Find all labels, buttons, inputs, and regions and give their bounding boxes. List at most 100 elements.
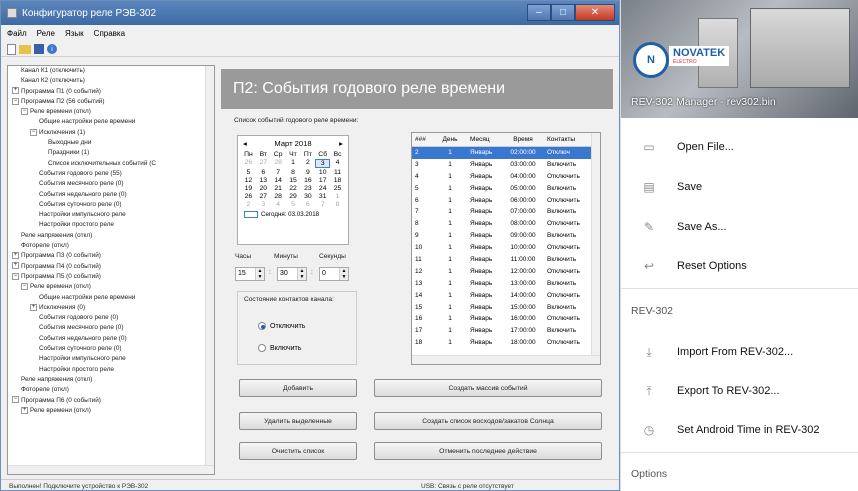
- table-row[interactable]: 9 1 Январь 09:00:00 Включить: [412, 230, 600, 242]
- table-row[interactable]: 18 1 Январь 18:00:00 Отключить: [412, 337, 600, 349]
- reset-options-item[interactable]: ↩ Reset Options: [621, 248, 858, 284]
- calendar-day[interactable]: 13: [256, 177, 271, 184]
- tree-item[interactable]: Настройки импульсного реле: [8, 210, 214, 220]
- table-row[interactable]: 13 1 Январь 13:00:00 Включить: [412, 278, 600, 290]
- tree-item[interactable]: События годового реле (0): [8, 313, 214, 323]
- calendar-day[interactable]: 4: [330, 159, 345, 168]
- calendar-day[interactable]: 7: [315, 201, 330, 208]
- tree-item[interactable]: + Реле времени (откл): [8, 406, 214, 416]
- calendar-today[interactable]: Сегодня: 03.03.2018: [238, 208, 348, 221]
- tree-item[interactable]: Список исключительных событий (С: [8, 159, 214, 169]
- tree-item[interactable]: + Программа П1 (0 событий): [8, 87, 214, 97]
- calendar-day[interactable]: 2: [241, 201, 256, 208]
- tree-item[interactable]: Общие настройки реле времени: [8, 293, 214, 303]
- expand-icon[interactable]: +: [12, 252, 19, 260]
- hours-stepper[interactable]: 15 ▲ ▼: [235, 267, 265, 281]
- calendar-day[interactable]: 31: [315, 193, 330, 200]
- calendar-day[interactable]: 26: [241, 159, 256, 168]
- maximize-button[interactable]: □: [551, 4, 575, 21]
- table-row[interactable]: 17 1 Январь 17:00:00 Включить: [412, 325, 600, 337]
- calendar-day[interactable]: 4: [271, 201, 286, 208]
- tree-item[interactable]: + Исключения (0): [8, 303, 214, 313]
- table-row[interactable]: 12 1 Январь 12:00:00 Отключить: [412, 266, 600, 278]
- calendar-day[interactable]: 3: [256, 201, 271, 208]
- tree-item[interactable]: Настройки простого реле: [8, 220, 214, 230]
- table-row[interactable]: 8 1 Январь 08:00:00 Отключить: [412, 218, 600, 230]
- table-row[interactable]: 7 1 Январь 07:00:00 Включить: [412, 206, 600, 218]
- calendar-day[interactable]: 5: [286, 201, 301, 208]
- calendar-day[interactable]: 8: [330, 201, 345, 208]
- calendar-day[interactable]: 5: [241, 169, 256, 176]
- expand-icon[interactable]: +: [30, 303, 37, 311]
- events-table[interactable]: ### День Месяц Время Контакты 2 1 Январь 02…: [411, 132, 601, 365]
- calendar-day[interactable]: 12: [241, 177, 256, 184]
- expand-icon[interactable]: +: [12, 262, 19, 270]
- set-time-item[interactable]: ◷ Set Android Time in REV-302: [621, 412, 858, 448]
- tree-item[interactable]: − Исключения (1): [8, 128, 214, 138]
- tree-item[interactable]: Реле напряжения (откл): [8, 375, 214, 385]
- undo-button[interactable]: Отменить последнее действие: [374, 442, 602, 460]
- calendar-day[interactable]: 26: [241, 193, 256, 200]
- calendar-day[interactable]: 24: [315, 185, 330, 192]
- save-icon[interactable]: [34, 44, 44, 54]
- tree-item[interactable]: События годового реле (55): [8, 169, 214, 179]
- tree-item[interactable]: Праздники (1): [8, 148, 214, 158]
- tree-item[interactable]: + Программа П3 (0 событий): [8, 251, 214, 261]
- table-row[interactable]: 2 1 Январь 02:00:00 Отключ: [412, 147, 600, 159]
- collapse-icon[interactable]: −: [12, 272, 19, 280]
- tree-item[interactable]: Канал К2 (отключить): [8, 76, 214, 86]
- tree-item[interactable]: События недельного реле (0): [8, 334, 214, 344]
- tree-item[interactable]: События месячного реле (0): [8, 323, 214, 333]
- table-row[interactable]: 11 1 Январь 11:00:00 Включить: [412, 254, 600, 266]
- collapse-icon[interactable]: −: [12, 396, 19, 404]
- save-item[interactable]: ▤ Save: [621, 169, 858, 205]
- tree-item[interactable]: − Реле времени (откл): [8, 107, 214, 117]
- save-as-item[interactable]: ✎ Save As...: [621, 209, 858, 245]
- seconds-stepper[interactable]: 0 ▲ ▼: [319, 267, 349, 281]
- open-folder-icon[interactable]: [19, 44, 31, 54]
- tree-item[interactable]: События месячного реле (0): [8, 179, 214, 189]
- calendar-day[interactable]: 27: [256, 159, 271, 168]
- tree-horizontal-scrollbar[interactable]: [8, 465, 214, 474]
- calendar-day[interactable]: 9: [300, 169, 315, 176]
- table-row[interactable]: 4 1 Январь 04:00:00 Отключить: [412, 171, 600, 183]
- calendar-day[interactable]: 17: [315, 177, 330, 184]
- menu-file[interactable]: Файл: [7, 29, 27, 38]
- calendar-day[interactable]: 11: [330, 169, 345, 176]
- menu-language[interactable]: Язык: [65, 29, 84, 38]
- tree-item[interactable]: − Программа П5 (0 событий): [8, 272, 214, 282]
- import-item[interactable]: ⤓ Import From REV-302...: [621, 334, 858, 370]
- tree-item[interactable]: Реле напряжения (откл): [8, 231, 214, 241]
- tree-item[interactable]: Выходные дни: [8, 138, 214, 148]
- table-row[interactable]: 14 1 Январь 14:00:00 Отключить: [412, 290, 600, 302]
- calendar-day[interactable]: 8: [286, 169, 301, 176]
- calendar-day[interactable]: 23: [300, 185, 315, 192]
- calendar-day[interactable]: 16: [300, 177, 315, 184]
- expand-icon[interactable]: +: [21, 406, 28, 414]
- col-day[interactable]: День: [436, 133, 464, 146]
- tree-item[interactable]: − Программа П2 (56 событий): [8, 97, 214, 107]
- spin-arrows-icon[interactable]: ▲ ▼: [339, 268, 348, 280]
- calendar-day[interactable]: 2: [300, 159, 315, 168]
- tree-vertical-scrollbar[interactable]: [205, 66, 214, 474]
- col-number[interactable]: ###: [412, 133, 436, 146]
- table-row[interactable]: 16 1 Январь 16:00:00 Отключить: [412, 313, 600, 325]
- collapse-icon[interactable]: −: [21, 283, 28, 291]
- radio-on[interactable]: Включить: [258, 344, 301, 352]
- calendar-day[interactable]: 28: [271, 159, 286, 168]
- table-row[interactable]: 3 1 Январь 03:00:00 Включить: [412, 159, 600, 171]
- calendar-day[interactable]: 18: [330, 177, 345, 184]
- calendar-day[interactable]: 29: [286, 193, 301, 200]
- tree-item[interactable]: Настройки простого реле: [8, 365, 214, 375]
- table-row[interactable]: 15 1 Январь 15:00:00 Включить: [412, 302, 600, 314]
- calendar[interactable]: ◂ Март 2018 ▸ Пн Вт Ср Чт Пт Сб Вс 26 27 28 1 2 3 4 5 6…: [237, 135, 349, 245]
- calendar-day[interactable]: 19: [241, 185, 256, 192]
- tree-item[interactable]: События недельного реле (0): [8, 190, 214, 200]
- radio-off[interactable]: Отключить: [258, 322, 305, 330]
- tree-item[interactable]: − Реле времени (откл): [8, 282, 214, 292]
- sunrise-sunset-button[interactable]: Создать список восходов/закатов Солнца: [374, 412, 602, 430]
- calendar-day[interactable]: 6: [256, 169, 271, 176]
- calendar-day[interactable]: 14: [271, 177, 286, 184]
- tree-item[interactable]: Канал К1 (отключить): [8, 66, 214, 76]
- tree-item[interactable]: − Программа П6 (0 событий): [8, 396, 214, 406]
